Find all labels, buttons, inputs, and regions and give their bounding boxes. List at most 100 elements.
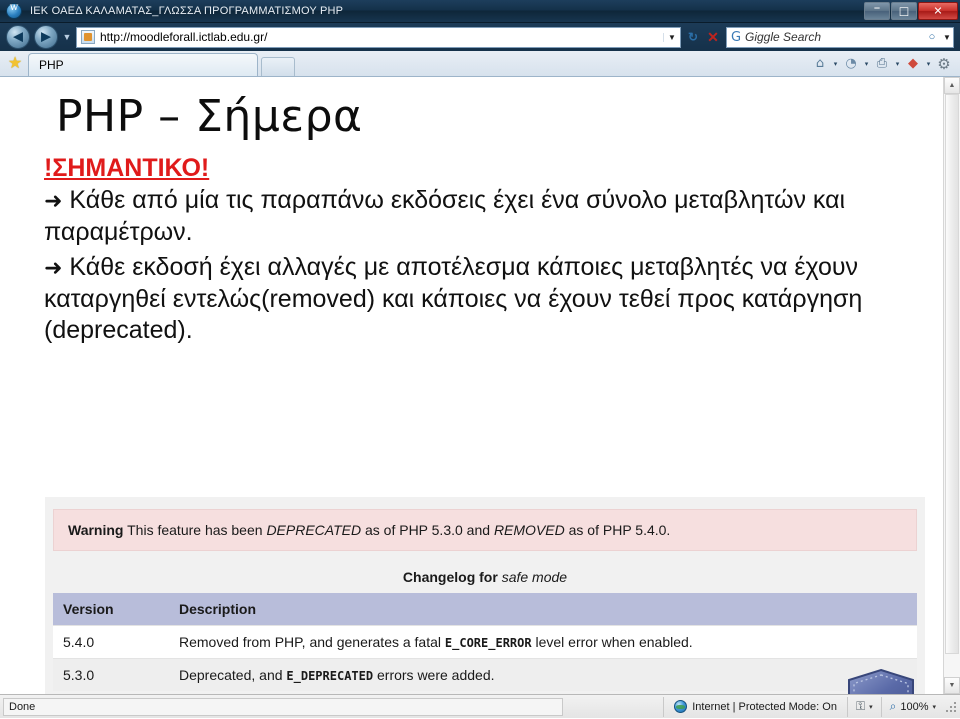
minimize-button[interactable]: –	[864, 2, 890, 20]
desc-text-1: Removed from PHP, and generates a fatal	[179, 634, 445, 650]
forward-arrow-icon: ▶	[41, 29, 51, 45]
php-shield-logo: php	[848, 668, 914, 694]
search-box[interactable]: G Giggle Search ○ ▼	[726, 26, 954, 48]
url-bar[interactable]: http://moodleforall.ictlab.edu.gr/ ▼	[76, 26, 681, 48]
warning-text-3: as of PHP 5.4.0.	[564, 522, 671, 538]
table-row: 5.4.0 Removed from PHP, and generates a …	[53, 625, 917, 659]
important-label: !ΣΗΜΑΝΤΙΚΟ!	[44, 154, 210, 182]
slide-page: PHP – Σήμερα !ΣΗΜΑΝΤΙΚΟ! ➜ Κάθε από μία …	[0, 77, 935, 694]
column-header-version: Version	[53, 593, 169, 626]
rss-dropdown-caret-icon[interactable]: ▾	[861, 60, 872, 68]
scroll-down-button[interactable]: ▼	[944, 677, 960, 694]
magnifier-icon: ⌕	[889, 699, 897, 713]
window-resize-grip[interactable]	[944, 700, 958, 714]
rss-feed-icon[interactable]: ◔	[841, 54, 861, 74]
new-tab-button[interactable]	[261, 57, 295, 76]
url-input[interactable]: http://moodleforall.ictlab.edu.gr/	[100, 30, 663, 44]
maximize-icon: □	[898, 4, 910, 18]
zoom-level-label: 100%	[900, 700, 929, 713]
bullet-item-2: ➜ Κάθε εκδοσή έχει αλλαγές με αποτέλεσμα…	[44, 252, 924, 347]
cell-description: Deprecated, and E_DEPRECATED errors were…	[169, 658, 917, 691]
tab-bar: ★ PHP ⌂ ▾ ◔ ▾ ⎙ ▾ ◆ ▾ ⚙	[0, 51, 960, 77]
print-icon[interactable]: ⎙	[872, 54, 892, 74]
search-provider-icon: G	[730, 29, 742, 45]
warning-box: Warning This feature has been DEPRECATED…	[53, 509, 917, 551]
error-constant-code: E_CORE_ERROR	[444, 636, 532, 650]
bullet-list: ➜ Κάθε από μία τις παραπάνω εκδόσεις έχε…	[44, 185, 924, 347]
changelog-caption: Changelog for safe mode	[45, 569, 925, 585]
changelog-caption-prefix: Changelog for	[402, 569, 502, 585]
status-bar: Done Internet | Protected Mode: On ⚿ ▾ ⌕…	[0, 694, 960, 718]
table-row: 5.3.0 Deprecated, and E_DEPRECATED error…	[53, 658, 917, 691]
back-arrow-icon: ◀	[13, 29, 23, 45]
security-zone-text: Internet | Protected Mode: On	[692, 700, 837, 713]
home-icon[interactable]: ⌂	[810, 54, 830, 74]
safety-dropdown-caret-icon[interactable]: ▾	[923, 60, 934, 68]
close-button[interactable]: ✕	[918, 2, 958, 20]
warning-label: Warning	[68, 522, 124, 538]
scroll-up-button[interactable]: ▲	[944, 77, 960, 94]
minimize-icon: –	[873, 0, 881, 16]
search-icon[interactable]: ○	[923, 31, 941, 43]
window-controls: – □ ✕	[863, 1, 958, 21]
cell-version: 5.3.0	[53, 658, 169, 691]
arrow-bullet-icon: ➜	[44, 189, 63, 214]
privacy-lock-group[interactable]: ⚿ ▾	[846, 696, 881, 717]
lock-dropdown-caret-icon[interactable]: ▾	[869, 703, 873, 711]
status-text: Done	[9, 700, 36, 713]
error-constant-code: E_DEPRECATED	[286, 669, 374, 683]
zoom-control[interactable]: ⌕ 100% ▾	[880, 696, 944, 717]
command-bar: ⌂ ▾ ◔ ▾ ⎙ ▾ ◆ ▾ ⚙	[810, 52, 954, 76]
word-document-icon	[6, 2, 22, 19]
vertical-scrollbar[interactable]: ▲ ▼	[943, 77, 960, 694]
cell-version: 5.4.0	[53, 625, 169, 659]
desc-text-2: level error when enabled.	[531, 634, 693, 650]
back-button[interactable]: ◀	[6, 25, 30, 49]
tools-gear-icon[interactable]: ⚙	[934, 54, 954, 74]
security-zone-indicator[interactable]: Internet | Protected Mode: On	[663, 696, 847, 717]
window-title-bar: IEK ΟΑΕΔ ΚΑΛΑΜΑΤΑΣ_ΓΛΩΣΣΑ ΠΡΟΓΡΑΜΜΑΤΙΣΜΟ…	[0, 0, 960, 23]
browser-content-area: PHP – Σήμερα !ΣΗΜΑΝΤΙΚΟ! ➜ Κάθε από μία …	[0, 77, 960, 694]
changelog-caption-emphasis: safe mode	[501, 569, 568, 585]
php-manual-screenshot: Warning This feature has been DEPRECATED…	[45, 497, 925, 694]
warning-emphasis-deprecated: DEPRECATED	[266, 522, 362, 538]
stop-button[interactable]: ✕	[703, 27, 723, 47]
address-bar: ◀ ▶ ▼ http://moodleforall.ictlab.edu.gr/…	[0, 23, 960, 51]
scrollbar-track[interactable]	[944, 94, 960, 677]
svg-text:php: php	[859, 692, 904, 694]
desc-text-2: errors were added.	[373, 667, 495, 683]
page-title: PHP – Σήμερα	[56, 91, 363, 142]
url-dropdown-button[interactable]: ▼	[663, 32, 680, 42]
print-dropdown-caret-icon[interactable]: ▾	[892, 60, 903, 68]
desc-text-1: Deprecated, and	[179, 667, 287, 683]
changelog-table: Version Description 5.4.0 Removed from P…	[53, 593, 917, 691]
favorites-star-icon[interactable]: ★	[4, 53, 26, 75]
status-message-area: Done	[3, 697, 563, 716]
maximize-button[interactable]: □	[891, 2, 917, 20]
recent-pages-button[interactable]: ▼	[60, 32, 74, 42]
window-title: IEK ΟΑΕΔ ΚΑΛΑΜΑΤΑΣ_ΓΛΩΣΣΑ ΠΡΟΓΡΑΜΜΑΤΙΣΜΟ…	[30, 5, 344, 17]
search-input[interactable]: Giggle Search	[745, 30, 923, 44]
scrollbar-thumb[interactable]	[945, 94, 959, 654]
close-icon: ✕	[933, 4, 943, 18]
table-header-row: Version Description	[53, 593, 917, 626]
warning-text-1: This feature has been	[127, 522, 267, 538]
tab-php[interactable]: PHP	[28, 53, 258, 76]
warning-emphasis-removed: REMOVED	[493, 522, 565, 538]
home-dropdown-caret-icon[interactable]: ▾	[830, 60, 841, 68]
search-dropdown-button[interactable]: ▼	[941, 33, 953, 42]
warning-text-2: as of PHP 5.3.0 and	[361, 522, 494, 538]
bullet-item-1-text: Κάθε από μία τις παραπάνω εκδόσεις έχει …	[44, 186, 846, 246]
tab-label: PHP	[39, 58, 64, 72]
column-header-description: Description	[169, 593, 917, 626]
zoom-dropdown-caret-icon[interactable]: ▾	[932, 703, 936, 711]
globe-icon	[674, 700, 688, 713]
page-favicon	[81, 30, 95, 44]
safety-shield-icon[interactable]: ◆	[903, 54, 923, 74]
lock-icon: ⚿	[855, 699, 866, 713]
bullet-item-1: ➜ Κάθε από μία τις παραπάνω εκδόσεις έχε…	[44, 185, 924, 248]
forward-button[interactable]: ▶	[34, 25, 58, 49]
refresh-button[interactable]: ↻	[683, 27, 703, 47]
arrow-bullet-icon: ➜	[44, 256, 63, 281]
cell-description: Removed from PHP, and generates a fatal …	[169, 625, 917, 659]
